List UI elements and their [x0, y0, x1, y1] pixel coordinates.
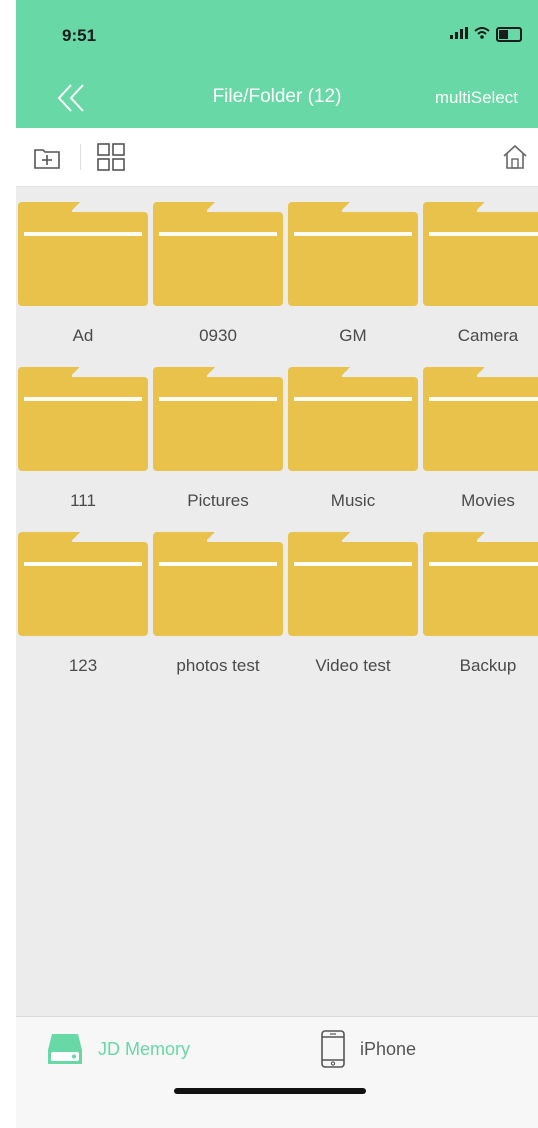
- battery-icon: [496, 26, 522, 42]
- folder-label: Backup: [459, 656, 517, 675]
- status-icons: [450, 26, 522, 42]
- tab-iphone[interactable]: iPhone: [320, 1027, 416, 1071]
- new-folder-icon: [34, 149, 60, 169]
- folder-item[interactable]: GM: [288, 202, 418, 367]
- tab-jd-memory[interactable]: JD Memory: [46, 1027, 190, 1071]
- top-bar: 9:51 File/Folder (12) multiSelect: [16, 0, 538, 128]
- folder-label: Music: [330, 491, 376, 510]
- folder-label: 111: [70, 491, 96, 510]
- folder-icon: [18, 202, 148, 306]
- phone-icon: [321, 1030, 345, 1068]
- folder-label: GM: [339, 326, 367, 345]
- folder-item[interactable]: Music: [288, 367, 418, 532]
- home-icon: [503, 144, 527, 169]
- folder-label: photos test: [176, 656, 260, 675]
- status-time: 9:51: [62, 26, 97, 45]
- bottom-tab-bar: JD Memory iPhone: [16, 1016, 538, 1128]
- folder-item[interactable]: Backup: [423, 532, 538, 697]
- folder-label: Ad: [72, 326, 94, 345]
- folder-label: 123: [68, 656, 98, 675]
- folder-icon: [153, 532, 283, 636]
- new-folder-button[interactable]: [32, 142, 62, 172]
- tab-label: JD Memory: [98, 1038, 191, 1059]
- toolbar: [16, 128, 538, 187]
- folder-label: Camera: [457, 326, 519, 345]
- folder-icon: [18, 367, 148, 471]
- multi-select-button[interactable]: multiSelect: [435, 88, 518, 108]
- signal-icon: [450, 26, 468, 42]
- folder-icon: [288, 532, 418, 636]
- folder-icon: [423, 367, 538, 471]
- folder-icon: [18, 532, 148, 636]
- folder-item[interactable]: 111: [18, 367, 148, 532]
- folder-item[interactable]: Camera: [423, 202, 538, 367]
- wifi-icon: [474, 26, 490, 42]
- folder-icon: [153, 367, 283, 471]
- folder-item[interactable]: Video test: [288, 532, 418, 697]
- folder-item[interactable]: Movies: [423, 367, 538, 532]
- folder-item[interactable]: 0930: [153, 202, 283, 367]
- folder-label: 0930: [199, 326, 237, 345]
- grid-view-button[interactable]: [96, 142, 126, 172]
- folder-label: Pictures: [187, 491, 249, 510]
- app-screen: 9:51 File/Folder (12) multiSelect Ad 093…: [16, 0, 538, 1128]
- folder-label: Video test: [315, 656, 391, 675]
- home-indicator: [174, 1088, 366, 1094]
- folder-label: Movies: [461, 491, 515, 510]
- folder-item[interactable]: 123: [18, 532, 148, 697]
- folder-grid: Ad 0930 GM Camera 111 Pictures Music Movies 123 p…: [18, 202, 538, 697]
- storage-drive-icon: [48, 1034, 82, 1064]
- folder-item[interactable]: Pictures: [153, 367, 283, 532]
- folder-item[interactable]: Ad: [18, 202, 148, 367]
- home-button[interactable]: [500, 142, 530, 172]
- folder-icon: [423, 532, 538, 636]
- folder-icon: [288, 367, 418, 471]
- toolbar-divider: [80, 144, 81, 170]
- tab-label: iPhone: [360, 1038, 417, 1059]
- folder-icon: [153, 202, 283, 306]
- folder-item[interactable]: photos test: [153, 532, 283, 697]
- grid-view-icon: [97, 143, 125, 171]
- folder-icon: [423, 202, 538, 306]
- folder-icon: [288, 202, 418, 306]
